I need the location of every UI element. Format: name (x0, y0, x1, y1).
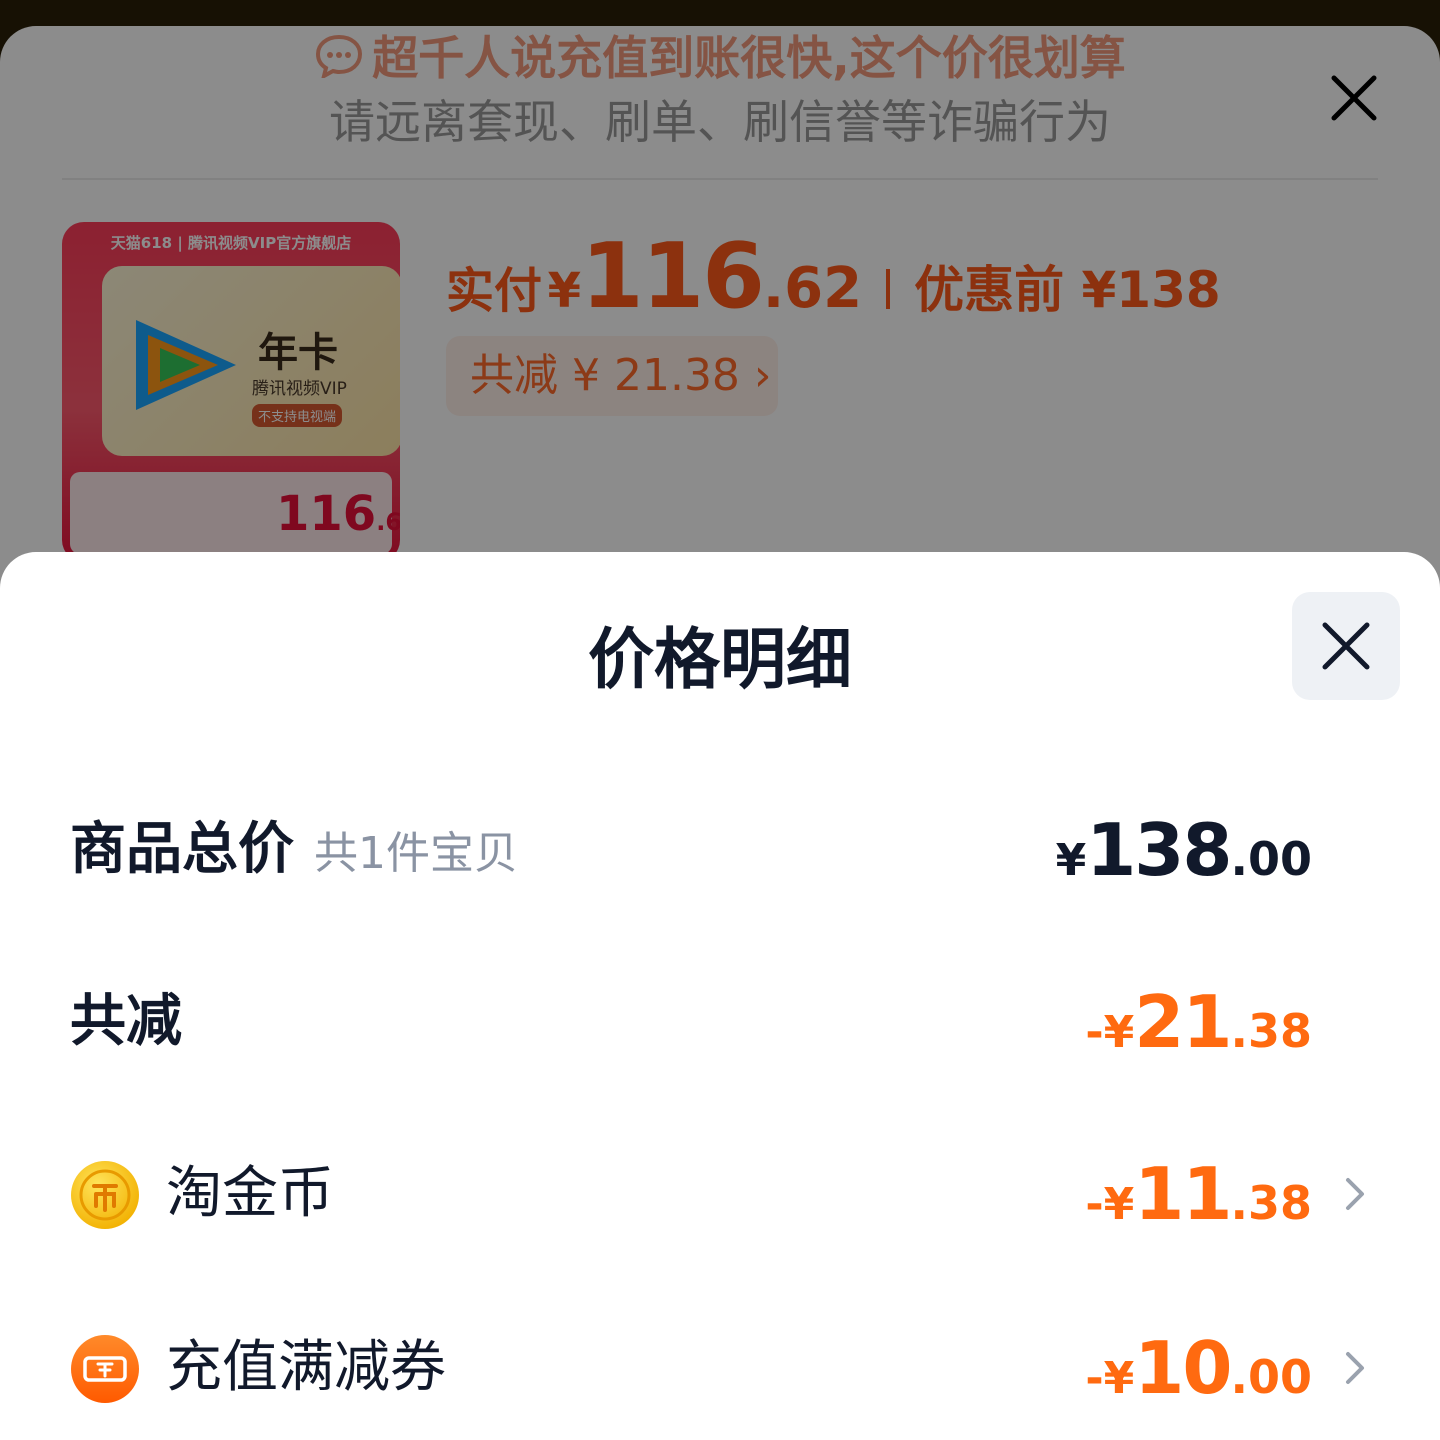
item-total-amount: ¥138.00 (1055, 808, 1312, 892)
taojinbi-amount: -¥11.38 (1085, 1152, 1312, 1236)
row-label: 商品总价 共1件宝贝 (70, 817, 518, 882)
row-total-discount: 共减 -¥21.38 (70, 972, 1370, 1072)
total-discount-amount: -¥21.38 (1085, 980, 1312, 1064)
sheet-close-button[interactable] (1292, 592, 1400, 700)
row-label: 充值满减券 (166, 1335, 446, 1400)
close-icon (1322, 622, 1370, 670)
item-count-text: 共1件宝贝 (314, 828, 518, 879)
coupon-amount: -¥10.00 (1085, 1326, 1312, 1410)
row-label: 共减 (70, 989, 182, 1054)
coupon-icon (71, 1335, 139, 1403)
row-recharge-coupon[interactable]: 充值满减券 -¥10.00 (70, 1318, 1370, 1418)
sheet-title: 价格明细 (588, 621, 852, 698)
gold-coin-icon (71, 1161, 139, 1229)
row-item-total: 商品总价 共1件宝贝 ¥138.00 (70, 800, 1370, 900)
chevron-right-icon (1346, 1178, 1364, 1210)
row-label: 淘金币 (166, 1161, 334, 1226)
chevron-right-icon (1346, 1352, 1364, 1384)
row-taojinbi[interactable]: 淘金币 -¥11.38 (70, 1144, 1370, 1244)
